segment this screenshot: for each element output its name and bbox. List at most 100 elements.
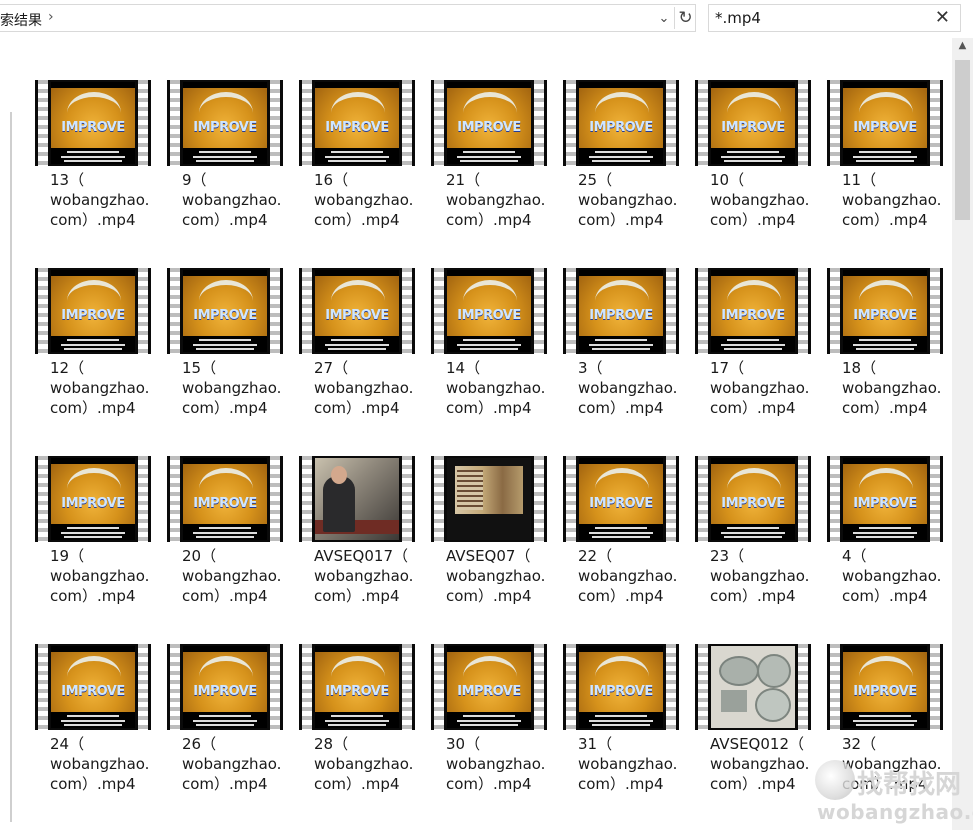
file-name[interactable]: 23（ wobangzhao. com）.mp4: [710, 546, 820, 606]
file-name[interactable]: 18（ wobangzhao. com）.mp4: [842, 358, 952, 418]
file-name[interactable]: 30（ wobangzhao. com）.mp4: [446, 734, 556, 794]
video-thumbnail[interactable]: IMPROVE: [827, 644, 943, 730]
video-thumbnail[interactable]: IMPROVE: [431, 268, 547, 354]
file-name[interactable]: 4（ wobangzhao. com）.mp4: [842, 546, 952, 606]
file-item[interactable]: IMPROVE 23（ wobangzhao. com）.mp4: [690, 454, 822, 642]
file-name[interactable]: 25（ wobangzhao. com）.mp4: [578, 170, 688, 230]
video-thumbnail[interactable]: IMPROVE: [431, 80, 547, 166]
file-item[interactable]: IMPROVE 14（ wobangzhao. com）.mp4: [426, 266, 558, 454]
top-bar: 索结果 › ⌄ ↻ *.mp4 ✕: [0, 0, 973, 38]
search-box[interactable]: *.mp4 ✕: [708, 4, 961, 32]
file-name[interactable]: 14（ wobangzhao. com）.mp4: [446, 358, 556, 418]
video-thumbnail[interactable]: IMPROVE: [827, 268, 943, 354]
address-bar[interactable]: 索结果 › ⌄ ↻: [0, 4, 696, 32]
file-name[interactable]: 21（ wobangzhao. com）.mp4: [446, 170, 556, 230]
video-thumbnail[interactable]: IMPROVE: [563, 644, 679, 730]
video-thumbnail[interactable]: IMPROVE: [563, 456, 679, 542]
video-thumbnail[interactable]: [299, 456, 415, 542]
file-item[interactable]: IMPROVE 11（ wobangzhao. com）.mp4: [822, 78, 952, 266]
file-name[interactable]: 12（ wobangzhao. com）.mp4: [50, 358, 160, 418]
video-thumbnail[interactable]: IMPROVE: [431, 644, 547, 730]
file-name[interactable]: 13（ wobangzhao. com）.mp4: [50, 170, 160, 230]
file-name[interactable]: 9（ wobangzhao. com）.mp4: [182, 170, 292, 230]
video-thumbnail[interactable]: IMPROVE: [167, 268, 283, 354]
file-name[interactable]: AVSEQ07（ wobangzhao. com）.mp4: [446, 546, 556, 606]
film-strip-icon: [698, 80, 708, 166]
file-name[interactable]: 11（ wobangzhao. com）.mp4: [842, 170, 952, 230]
file-name[interactable]: 28（ wobangzhao. com）.mp4: [314, 734, 424, 794]
file-item[interactable]: IMPROVE 31（ wobangzhao. com）.mp4: [558, 642, 690, 830]
file-item[interactable]: IMPROVE 12（ wobangzhao. com）.mp4: [30, 266, 162, 454]
address-path[interactable]: 索结果: [0, 10, 42, 30]
file-item[interactable]: IMPROVE 17（ wobangzhao. com）.mp4: [690, 266, 822, 454]
video-thumbnail[interactable]: IMPROVE: [35, 644, 151, 730]
video-thumbnail[interactable]: IMPROVE: [695, 80, 811, 166]
file-name[interactable]: AVSEQ017（ wobangzhao. com）.mp4: [314, 546, 424, 606]
refresh-icon[interactable]: ↻: [674, 7, 696, 29]
video-thumbnail[interactable]: IMPROVE: [35, 80, 151, 166]
video-thumbnail[interactable]: IMPROVE: [827, 456, 943, 542]
video-thumbnail[interactable]: IMPROVE: [167, 456, 283, 542]
file-name[interactable]: AVSEQ012（ wobangzhao. com）.mp4: [710, 734, 820, 794]
file-item[interactable]: IMPROVE 21（ wobangzhao. com）.mp4: [426, 78, 558, 266]
file-name[interactable]: 27（ wobangzhao. com）.mp4: [314, 358, 424, 418]
video-thumbnail[interactable]: IMPROVE: [35, 456, 151, 542]
file-item[interactable]: IMPROVE 25（ wobangzhao. com）.mp4: [558, 78, 690, 266]
file-item[interactable]: IMPROVE 24（ wobangzhao. com）.mp4: [30, 642, 162, 830]
file-item[interactable]: IMPROVE 16（ wobangzhao. com）.mp4: [294, 78, 426, 266]
file-name[interactable]: 3（ wobangzhao. com）.mp4: [578, 358, 688, 418]
chevron-down-icon[interactable]: ⌄: [654, 8, 674, 28]
file-item[interactable]: IMPROVE 27（ wobangzhao. com）.mp4: [294, 266, 426, 454]
bowl-shape: [755, 688, 791, 722]
file-item[interactable]: AVSEQ07（ wobangzhao. com）.mp4: [426, 454, 558, 642]
video-thumbnail[interactable]: IMPROVE: [299, 80, 415, 166]
breadcrumb-separator-icon[interactable]: ›: [48, 9, 54, 25]
file-item[interactable]: IMPROVE 3（ wobangzhao. com）.mp4: [558, 266, 690, 454]
file-name[interactable]: 26（ wobangzhao. com）.mp4: [182, 734, 292, 794]
file-item[interactable]: IMPROVE 13（ wobangzhao. com）.mp4: [30, 78, 162, 266]
file-item[interactable]: IMPROVE 4（ wobangzhao. com）.mp4: [822, 454, 952, 642]
file-name[interactable]: 15（ wobangzhao. com）.mp4: [182, 358, 292, 418]
file-item[interactable]: AVSEQ012（ wobangzhao. com）.mp4: [690, 642, 822, 830]
file-item[interactable]: IMPROVE 30（ wobangzhao. com）.mp4: [426, 642, 558, 830]
video-thumbnail[interactable]: IMPROVE: [827, 80, 943, 166]
film-strip-icon: [402, 80, 412, 166]
file-name[interactable]: 19（ wobangzhao. com）.mp4: [50, 546, 160, 606]
file-name[interactable]: 16（ wobangzhao. com）.mp4: [314, 170, 424, 230]
file-item[interactable]: IMPROVE 26（ wobangzhao. com）.mp4: [162, 642, 294, 830]
file-name[interactable]: 24（ wobangzhao. com）.mp4: [50, 734, 160, 794]
close-icon[interactable]: ✕: [935, 7, 950, 28]
video-thumbnail[interactable]: IMPROVE: [695, 456, 811, 542]
video-thumbnail[interactable]: IMPROVE: [167, 80, 283, 166]
thumbnail-frame: IMPROVE: [315, 646, 399, 728]
file-item[interactable]: IMPROVE 19（ wobangzhao. com）.mp4: [30, 454, 162, 642]
file-name[interactable]: 10（ wobangzhao. com）.mp4: [710, 170, 820, 230]
file-name[interactable]: 31（ wobangzhao. com）.mp4: [578, 734, 688, 794]
file-item[interactable]: IMPROVE 9（ wobangzhao. com）.mp4: [162, 78, 294, 266]
file-item[interactable]: IMPROVE 18（ wobangzhao. com）.mp4: [822, 266, 952, 454]
file-item[interactable]: IMPROVE 15（ wobangzhao. com）.mp4: [162, 266, 294, 454]
file-view[interactable]: IMPROVE 13（ wobangzhao. com）.mp4 IMPROVE 9（…: [6, 42, 952, 830]
video-thumbnail[interactable]: IMPROVE: [563, 268, 679, 354]
vertical-scrollbar[interactable]: ▲: [952, 38, 973, 830]
video-thumbnail[interactable]: IMPROVE: [35, 268, 151, 354]
video-thumbnail[interactable]: IMPROVE: [299, 644, 415, 730]
video-thumbnail[interactable]: IMPROVE: [167, 644, 283, 730]
video-thumbnail[interactable]: [431, 456, 547, 542]
file-name[interactable]: 17（ wobangzhao. com）.mp4: [710, 358, 820, 418]
file-item[interactable]: IMPROVE 20（ wobangzhao. com）.mp4: [162, 454, 294, 642]
video-thumbnail[interactable]: IMPROVE: [695, 268, 811, 354]
scrollbar-thumb[interactable]: [955, 60, 970, 220]
file-item[interactable]: IMPROVE 22（ wobangzhao. com）.mp4: [558, 454, 690, 642]
video-thumbnail[interactable]: IMPROVE: [299, 268, 415, 354]
info-band: [183, 524, 267, 540]
file-item[interactable]: IMPROVE 28（ wobangzhao. com）.mp4: [294, 642, 426, 830]
search-input[interactable]: *.mp4: [715, 9, 761, 27]
file-name[interactable]: 20（ wobangzhao. com）.mp4: [182, 546, 292, 606]
file-name[interactable]: 22（ wobangzhao. com）.mp4: [578, 546, 688, 606]
file-item[interactable]: IMPROVE 10（ wobangzhao. com）.mp4: [690, 78, 822, 266]
video-thumbnail[interactable]: [695, 644, 811, 730]
video-thumbnail[interactable]: IMPROVE: [563, 80, 679, 166]
file-item[interactable]: AVSEQ017（ wobangzhao. com）.mp4: [294, 454, 426, 642]
scroll-up-arrow-icon[interactable]: ▲: [952, 40, 973, 58]
